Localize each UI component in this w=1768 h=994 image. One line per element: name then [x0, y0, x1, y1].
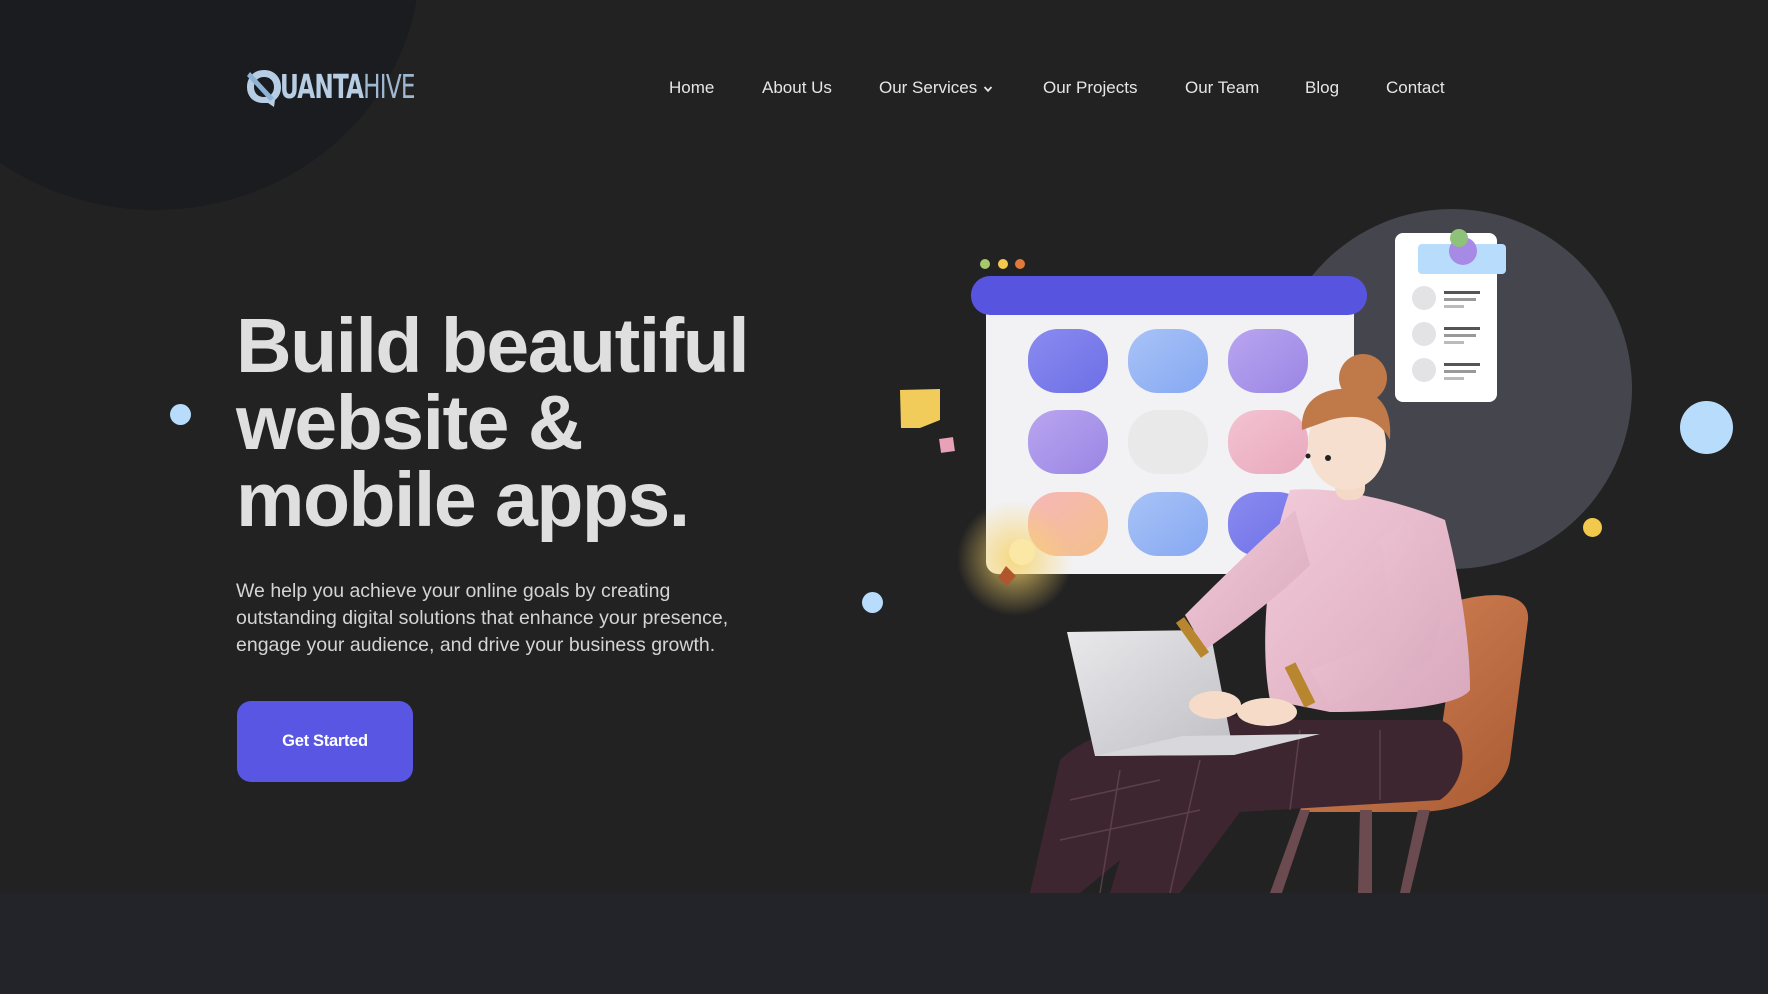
woman-with-laptop-illustration — [900, 209, 1632, 893]
next-section-band — [0, 893, 1768, 994]
hero-section: UANTAHIVE Home About Us Our Services Our… — [0, 0, 1768, 893]
